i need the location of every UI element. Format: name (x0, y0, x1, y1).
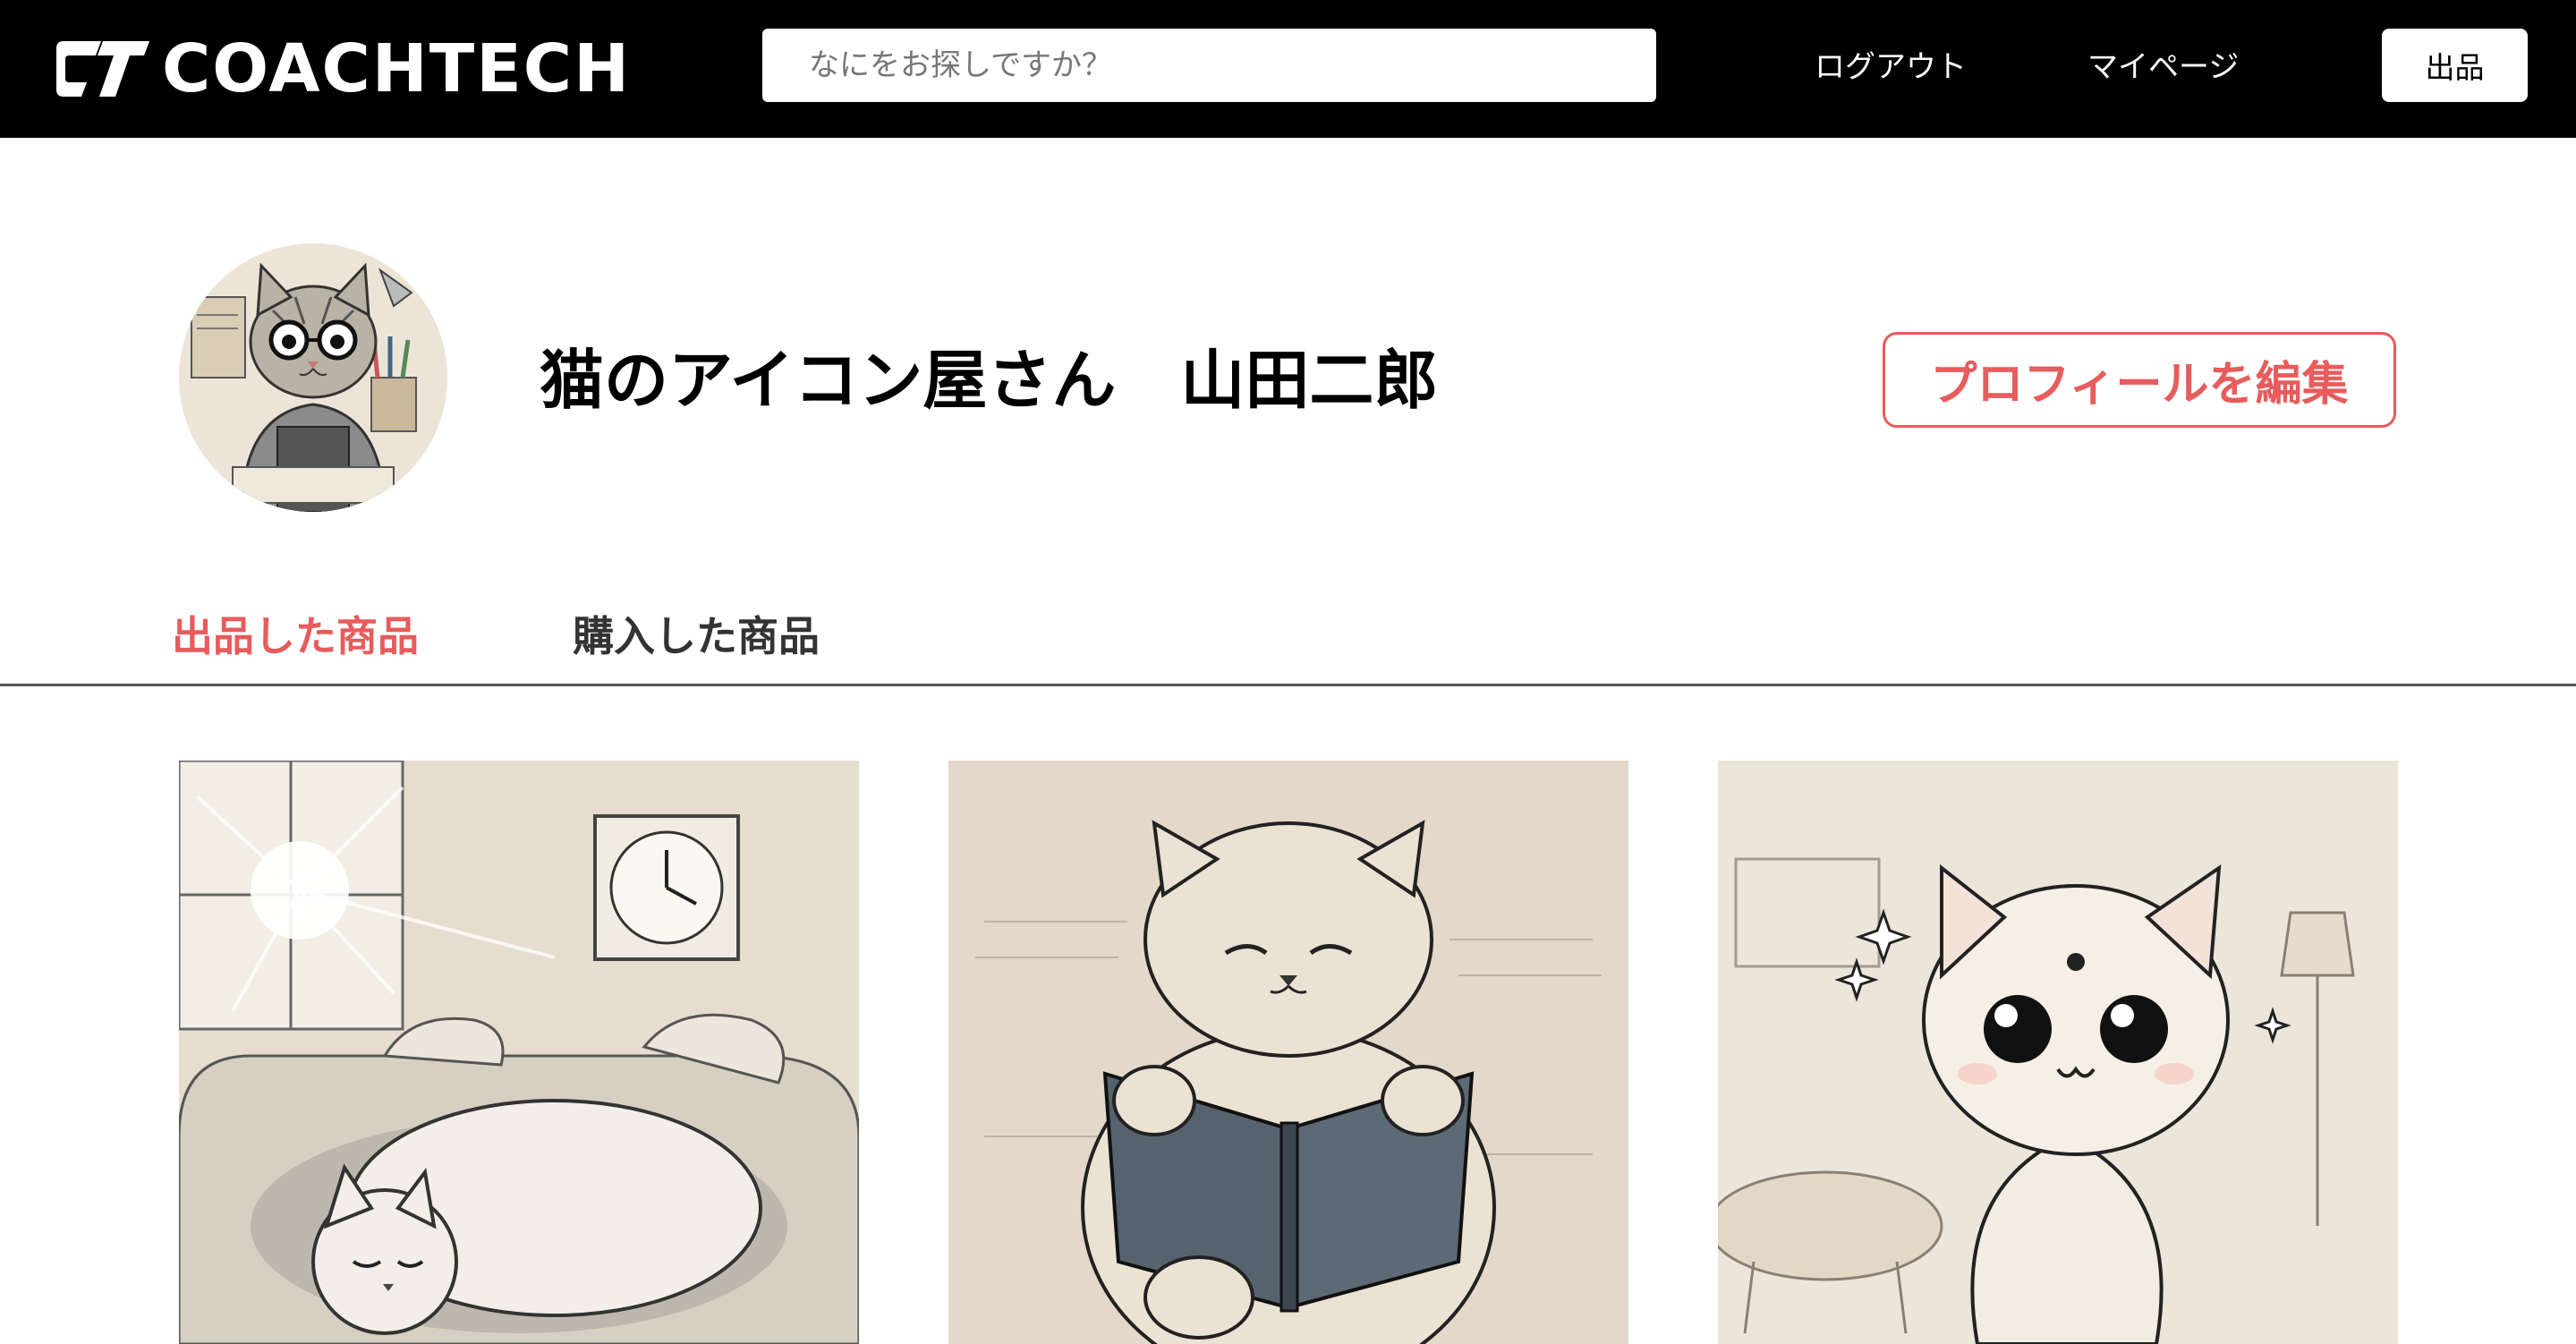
logo-text: COACHTECH (162, 30, 632, 107)
tab-divider (0, 684, 2576, 686)
edit-profile-button[interactable]: プロフィールを編集 (1883, 332, 2396, 428)
tab-listed-items[interactable]: 出品した商品 (172, 607, 419, 666)
product-card-2[interactable] (948, 761, 1628, 1344)
sell-button[interactable]: 出品 (2382, 29, 2528, 102)
product-card-3[interactable] (1718, 761, 2398, 1344)
user-name: 猫のアイコン屋さん 山田二郎 (540, 343, 1439, 418)
sleeping-cat-on-sofa-image-icon (179, 761, 859, 1344)
cat-reading-book-image-icon (948, 761, 1628, 1344)
mypage-link[interactable]: マイページ (2087, 45, 2239, 89)
tab-purchased-items[interactable]: 購入した商品 (573, 607, 820, 666)
ct-logo-icon (56, 41, 149, 97)
avatar (179, 243, 447, 512)
logout-link[interactable]: ログアウト (1815, 45, 1967, 89)
search-input[interactable] (762, 29, 1656, 102)
cat-artist-avatar-icon (179, 243, 447, 512)
product-card-1[interactable] (179, 761, 859, 1344)
site-header: COACHTECH ログアウト マイページ 出品 (0, 0, 2576, 138)
cute-cat-sparkles-image-icon (1718, 761, 2398, 1344)
coachtech-logo[interactable]: COACHTECH (49, 34, 631, 104)
